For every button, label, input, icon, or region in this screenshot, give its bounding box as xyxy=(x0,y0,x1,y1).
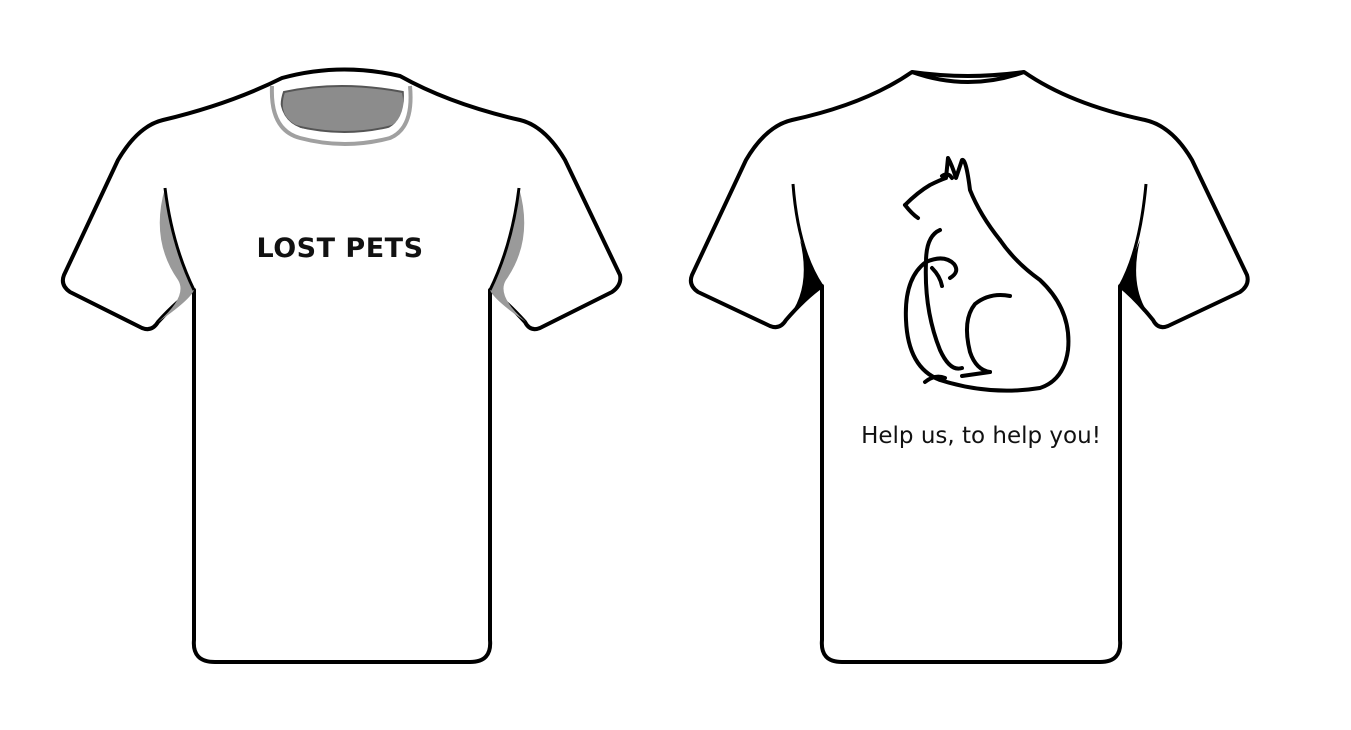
tshirt-back-outline xyxy=(688,70,1250,664)
tshirt-mockup-canvas: LOST PETS Help us, to help you! xyxy=(60,67,1250,664)
tshirt-front-collar-inner xyxy=(280,85,406,133)
tshirt-back: Help us, to help you! xyxy=(688,70,1250,664)
back-print-text: Help us, to help you! xyxy=(861,423,1101,449)
tshirt-front-outline xyxy=(60,67,623,664)
front-print-text: LOST PETS xyxy=(256,233,423,264)
tshirt-back-neckline xyxy=(911,70,1025,78)
tshirt-front: LOST PETS xyxy=(60,67,623,664)
